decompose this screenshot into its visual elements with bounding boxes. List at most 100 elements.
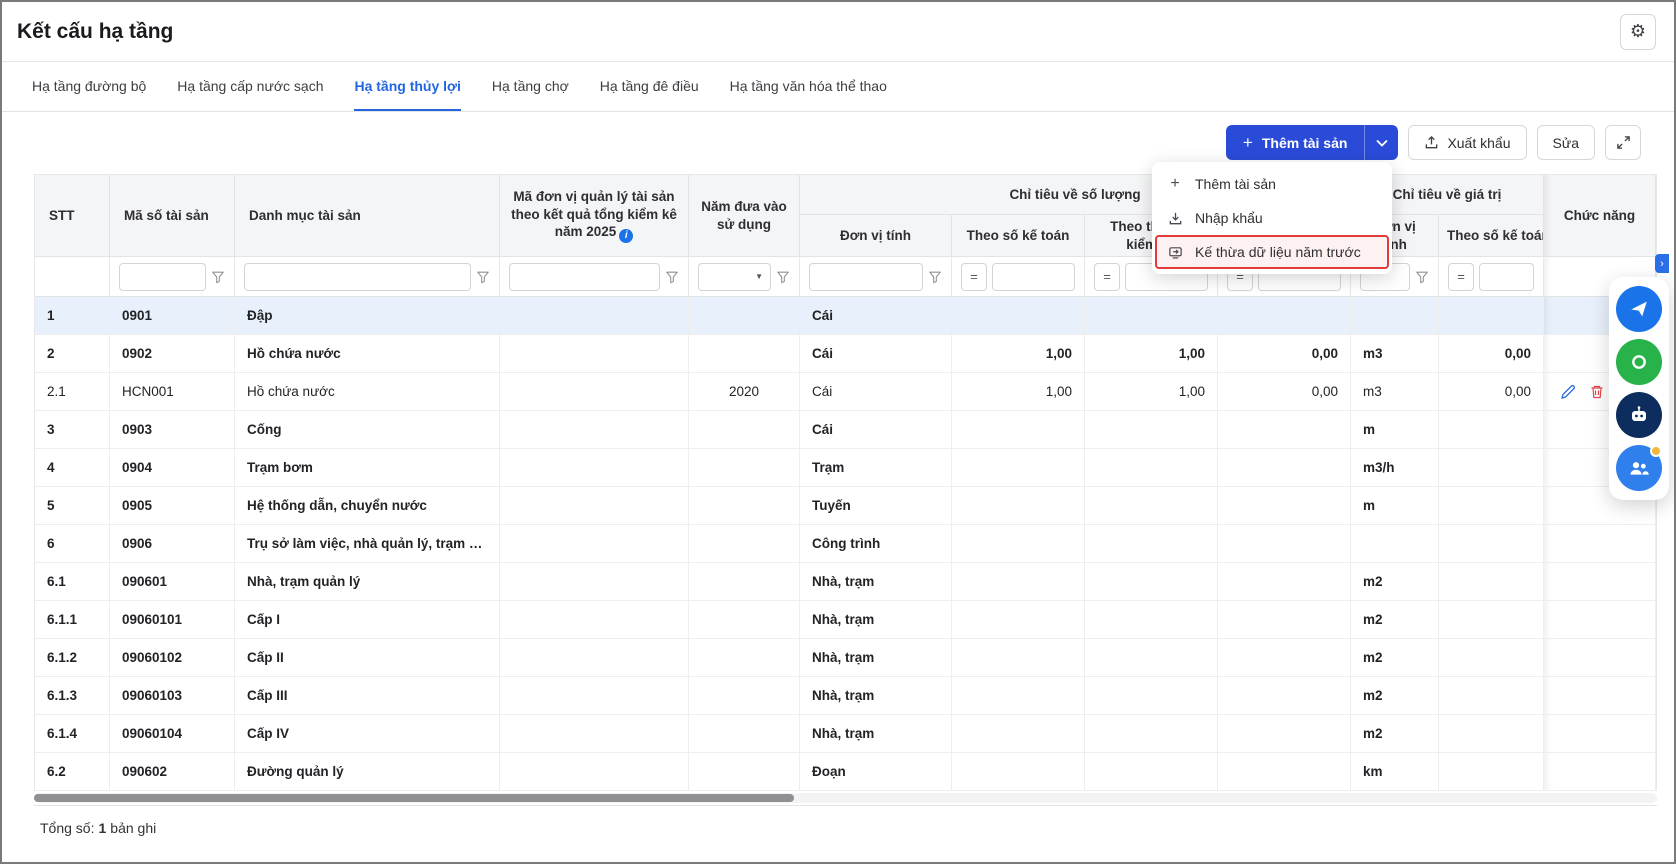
cell-unit2: m2 <box>1351 715 1439 753</box>
filter-operator-equals[interactable]: = <box>1094 263 1120 291</box>
cell-stt: 4 <box>35 449 110 487</box>
table-row[interactable]: 6.1.209060102Cấp IINhà, trạmm2 <box>35 639 1656 677</box>
gear-icon: ⚙ <box>1630 21 1646 42</box>
tab-ha-tang-thuy-loi[interactable]: Hạ tầng thủy lợi <box>354 62 460 111</box>
cell-code: 0902 <box>110 335 235 373</box>
filter-icon[interactable] <box>665 270 679 284</box>
filter-icon[interactable] <box>776 270 790 284</box>
support-button[interactable] <box>1616 339 1662 385</box>
tab-ha-tang-cho[interactable]: Hạ tầng chợ <box>492 62 569 111</box>
table-row[interactable]: 6.1.409060104Cấp IVNhà, trạmm2 <box>35 715 1656 753</box>
cell-val1 <box>1439 449 1544 487</box>
cell-unit2: km <box>1351 753 1439 791</box>
assistant-button[interactable] <box>1616 286 1662 332</box>
cell-stt: 5 <box>35 487 110 525</box>
filter-icon[interactable] <box>928 270 942 284</box>
horizontal-scrollbar-thumb[interactable] <box>34 794 794 802</box>
tab-ha-tang-de-dieu[interactable]: Hạ tầng đê điều <box>600 62 699 111</box>
cell-code: 09060101 <box>110 601 235 639</box>
table-row[interactable]: 60906Trụ sở làm việc, nhà quản lý, trạm … <box>35 525 1656 563</box>
filter-input-val-accounting[interactable] <box>1479 263 1534 291</box>
cell-name: Hồ chứa nước <box>235 373 500 411</box>
cell-unit1: Nhà, trạm <box>800 715 952 753</box>
add-asset-main-button[interactable]: + Thêm tài sản <box>1226 125 1365 160</box>
expand-button[interactable] <box>1605 125 1641 160</box>
cell-qty1: 1,00 <box>952 335 1085 373</box>
cell-qty1 <box>952 487 1085 525</box>
menu-item-import[interactable]: Nhập khẩu <box>1152 201 1392 235</box>
export-button[interactable]: Xuất khẩu <box>1408 125 1526 160</box>
cell-qty1 <box>952 753 1085 791</box>
panel-collapse-tab[interactable]: › <box>1655 254 1669 273</box>
filter-input-unit-code[interactable] <box>509 263 660 291</box>
tab-ha-tang-cap-nuoc-sach[interactable]: Hạ tầng cấp nước sạch <box>177 62 323 111</box>
cell-qty3 <box>1218 525 1351 563</box>
cell-val1 <box>1439 715 1544 753</box>
table-row[interactable]: 6.1.109060101Cấp INhà, trạmm2 <box>35 601 1656 639</box>
header-bar: Kết cấu hạ tầng ⚙ <box>2 2 1674 62</box>
table-row[interactable]: 6.2090602Đường quản lýĐoạnkm <box>35 753 1656 791</box>
filter-input-asset-code[interactable] <box>119 263 206 291</box>
table-row[interactable]: 50905Hệ thống dẫn, chuyển nướcTuyếnm <box>35 487 1656 525</box>
cell-name: Đường quản lý <box>235 753 500 791</box>
total-label: Tổng số: <box>40 820 94 836</box>
tab-ha-tang-van-hoa-the-thao[interactable]: Hạ tầng văn hóa thể thao <box>730 62 887 111</box>
edit-row-button[interactable] <box>1560 384 1576 400</box>
cell-name: Trụ sở làm việc, nhà quản lý, trạm quả..… <box>235 525 500 563</box>
table-row[interactable]: 2.1HCN001Hồ chứa nước2020Cái1,001,000,00… <box>35 373 1656 411</box>
cell-actions <box>1544 639 1656 677</box>
filter-icon[interactable] <box>211 270 225 284</box>
table-row[interactable]: 40904Trạm bơmTrạmm3/h <box>35 449 1656 487</box>
info-icon[interactable]: i <box>619 229 633 243</box>
menu-item-add-asset[interactable]: + Thêm tài sản <box>1152 167 1392 201</box>
cell-name: Trạm bơm <box>235 449 500 487</box>
cell-year <box>689 297 800 335</box>
cell-code: 09060102 <box>110 639 235 677</box>
cell-actions <box>1544 601 1656 639</box>
table-row[interactable]: 20902Hồ chứa nướcCái1,001,000,00m30,00 <box>35 335 1656 373</box>
cell-stt: 6.1 <box>35 563 110 601</box>
cell-unit_code <box>500 677 689 715</box>
tab-ha-tang-duong-bo[interactable]: Hạ tầng đường bộ <box>32 62 146 111</box>
filter-icon[interactable] <box>1415 270 1429 284</box>
cell-unit_code <box>500 563 689 601</box>
filter-input-unit1[interactable] <box>809 263 923 291</box>
col-header-asset-code: Mã số tài sản <box>110 175 235 257</box>
cell-qty1: 1,00 <box>952 373 1085 411</box>
filter-input-asset-category[interactable] <box>244 263 471 291</box>
cell-stt: 6.2 <box>35 753 110 791</box>
delete-row-button[interactable] <box>1589 384 1605 400</box>
app-window: Kết cấu hạ tầng ⚙ Hạ tầng đường bộ Hạ tầ… <box>0 0 1676 864</box>
table-footer: Tổng số: 1 bản ghi <box>34 805 1657 849</box>
cell-name: Cấp I <box>235 601 500 639</box>
filter-input-qty-accounting[interactable] <box>992 263 1075 291</box>
edit-button[interactable]: Sửa <box>1537 125 1596 160</box>
cell-val1 <box>1439 601 1544 639</box>
filter-select-year[interactable]: ▼ <box>698 263 771 291</box>
add-asset-label: Thêm tài sản <box>1262 135 1348 151</box>
table-row[interactable]: 10901ĐậpCái <box>35 297 1656 335</box>
cell-qty1 <box>952 715 1085 753</box>
settings-button[interactable]: ⚙ <box>1620 14 1656 50</box>
import-icon <box>1168 211 1183 226</box>
cell-stt: 1 <box>35 297 110 335</box>
table-row[interactable]: 6.1.309060103Cấp IIINhà, trạmm2 <box>35 677 1656 715</box>
add-asset-caret-button[interactable] <box>1364 125 1398 160</box>
cell-unit1: Cái <box>800 335 952 373</box>
cell-code: HCN001 <box>110 373 235 411</box>
chatbot-button[interactable] <box>1616 392 1662 438</box>
cell-stt: 6.1.1 <box>35 601 110 639</box>
filter-icon[interactable] <box>476 270 490 284</box>
community-button[interactable] <box>1616 445 1662 491</box>
filter-operator-equals[interactable]: = <box>1448 263 1474 291</box>
cell-unit_code <box>500 487 689 525</box>
table-row[interactable]: 6.1090601Nhà, trạm quản lýNhà, trạmm2 <box>35 563 1656 601</box>
filter-operator-equals[interactable]: = <box>961 263 987 291</box>
menu-item-inherit-previous-year[interactable]: Kế thừa dữ liệu năm trước <box>1155 235 1389 269</box>
table-row[interactable]: 30903CốngCáim <box>35 411 1656 449</box>
cell-unit1: Nhà, trạm <box>800 639 952 677</box>
col-header-qty-accounting: Theo số kế toán <box>952 215 1085 257</box>
cell-qty3 <box>1218 601 1351 639</box>
cell-unit_code <box>500 715 689 753</box>
cell-qty1 <box>952 677 1085 715</box>
